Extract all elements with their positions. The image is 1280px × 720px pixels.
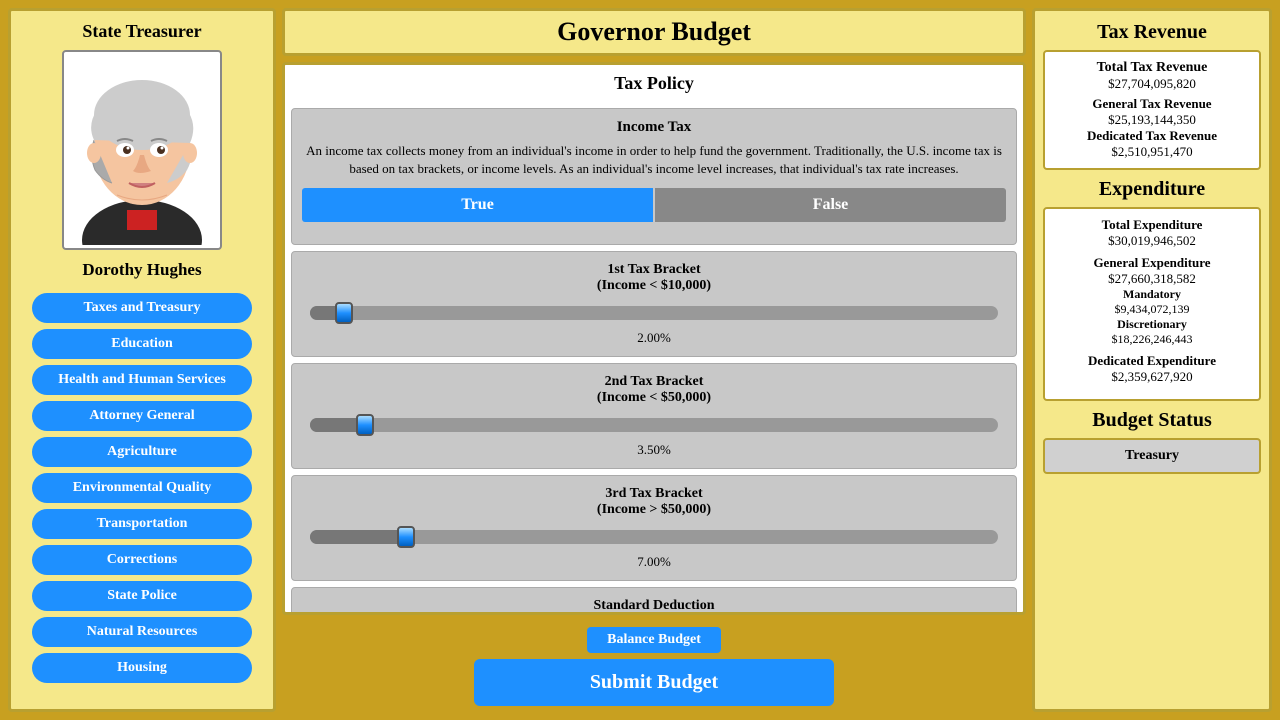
nav-attorney-general[interactable]: Attorney General bbox=[32, 401, 252, 431]
bracket-1-slider-thumb[interactable] bbox=[335, 302, 353, 324]
bracket-2-card: 2nd Tax Bracket (Income < $50,000) 3.50% bbox=[291, 363, 1017, 469]
general-tax-revenue-label: General Tax Revenue bbox=[1053, 96, 1251, 112]
dedicated-tax-revenue-value: $2,510,951,470 bbox=[1053, 144, 1251, 160]
expenditure-title: Expenditure bbox=[1043, 178, 1261, 201]
discretionary-label: Discretionary bbox=[1053, 317, 1251, 332]
deduction-title: Standard Deduction bbox=[302, 598, 1006, 612]
general-expenditure-value: $27,660,318,582 bbox=[1053, 271, 1251, 287]
balance-budget-button[interactable]: Balance Budget bbox=[587, 627, 721, 653]
main-content-area: Tax Policy Income Tax An income tax coll… bbox=[282, 62, 1026, 615]
bracket-3-card: 3rd Tax Bracket (Income > $50,000) 7.00% bbox=[291, 475, 1017, 581]
income-tax-card: Income Tax An income tax collects money … bbox=[291, 108, 1017, 245]
nav-agriculture[interactable]: Agriculture bbox=[32, 437, 252, 467]
nav-housing[interactable]: Housing bbox=[32, 653, 252, 683]
main-title: Governor Budget bbox=[282, 8, 1026, 56]
deduction-card: Standard Deduction $0 bbox=[291, 587, 1017, 612]
discretionary-value: $18,226,246,443 bbox=[1053, 332, 1251, 347]
nav-transportation[interactable]: Transportation bbox=[32, 509, 252, 539]
bracket-2-title: 2nd Tax Bracket (Income < $50,000) bbox=[302, 374, 1006, 406]
general-expenditure-section: General Expenditure $27,660,318,582 Mand… bbox=[1053, 255, 1251, 347]
income-tax-toggle: True False bbox=[302, 188, 1006, 222]
toggle-true-button[interactable]: True bbox=[302, 188, 653, 222]
nav-natural-resources[interactable]: Natural Resources bbox=[32, 617, 252, 647]
treasurer-name: Dorothy Hughes bbox=[82, 260, 201, 280]
general-tax-revenue-value: $25,193,144,350 bbox=[1053, 112, 1251, 128]
bracket-2-value: 3.50% bbox=[302, 442, 1006, 458]
total-expenditure-value: $30,019,946,502 bbox=[1053, 233, 1251, 249]
nav-state-police[interactable]: State Police bbox=[32, 581, 252, 611]
expenditure-card: Total Expenditure $30,019,946,502 Genera… bbox=[1043, 207, 1261, 401]
nav-taxes-treasury[interactable]: Taxes and Treasury bbox=[32, 293, 252, 323]
bracket-2-slider-container bbox=[302, 414, 1006, 436]
bracket-3-value: 7.00% bbox=[302, 554, 1006, 570]
left-panel: State Treasurer bbox=[8, 8, 276, 712]
general-expenditure-label: General Expenditure bbox=[1053, 255, 1251, 271]
bracket-1-value: 2.00% bbox=[302, 330, 1006, 346]
income-tax-title: Income Tax bbox=[302, 119, 1006, 136]
bracket-1-slider-track[interactable] bbox=[310, 306, 998, 320]
budget-status-title: Budget Status bbox=[1043, 409, 1261, 432]
total-expenditure-label: Total Expenditure bbox=[1053, 217, 1251, 233]
bracket-3-title: 3rd Tax Bracket (Income > $50,000) bbox=[302, 486, 1006, 518]
center-panel: Governor Budget Tax Policy Income Tax An… bbox=[282, 8, 1026, 712]
mandatory-value: $9,434,072,139 bbox=[1053, 302, 1251, 317]
dedicated-expenditure-section: Dedicated Expenditure $2,359,627,920 bbox=[1053, 353, 1251, 385]
toggle-false-button[interactable]: False bbox=[655, 188, 1006, 222]
tax-revenue-card: Total Tax Revenue $27,704,095,820 Genera… bbox=[1043, 50, 1261, 170]
budget-status-card: Treasury bbox=[1043, 438, 1261, 474]
treasury-label: Treasury bbox=[1053, 448, 1251, 464]
dedicated-expenditure-value: $2,359,627,920 bbox=[1053, 369, 1251, 385]
mandatory-label: Mandatory bbox=[1053, 287, 1251, 302]
nav-health-human-services[interactable]: Health and Human Services bbox=[32, 365, 252, 395]
bracket-2-slider-thumb[interactable] bbox=[356, 414, 374, 436]
dedicated-tax-revenue-label: Dedicated Tax Revenue bbox=[1053, 128, 1251, 144]
bottom-buttons: Balance Budget Submit Budget bbox=[282, 621, 1026, 712]
right-panel: Tax Revenue Total Tax Revenue $27,704,09… bbox=[1032, 8, 1272, 712]
avatar bbox=[62, 50, 222, 250]
bracket-3-slider-container bbox=[302, 526, 1006, 548]
nav-corrections[interactable]: Corrections bbox=[32, 545, 252, 575]
nav-environmental-quality[interactable]: Environmental Quality bbox=[32, 473, 252, 503]
bracket-1-slider-container bbox=[302, 302, 1006, 324]
total-tax-revenue-label: Total Tax Revenue bbox=[1053, 60, 1251, 76]
income-tax-description: An income tax collects money from an ind… bbox=[302, 142, 1006, 178]
bracket-2-slider-track[interactable] bbox=[310, 418, 998, 432]
bracket-1-card: 1st Tax Bracket (Income < $10,000) 2.00% bbox=[291, 251, 1017, 357]
total-tax-revenue-value: $27,704,095,820 bbox=[1053, 76, 1251, 92]
treasurer-title: State Treasurer bbox=[82, 21, 201, 42]
bracket-3-slider-thumb[interactable] bbox=[397, 526, 415, 548]
dedicated-expenditure-label: Dedicated Expenditure bbox=[1053, 353, 1251, 369]
section-title: Tax Policy bbox=[285, 65, 1023, 102]
bracket-3-slider-track[interactable] bbox=[310, 530, 998, 544]
bracket-1-title: 1st Tax Bracket (Income < $10,000) bbox=[302, 262, 1006, 294]
content-scroll[interactable]: Tax Policy Income Tax An income tax coll… bbox=[285, 65, 1023, 612]
bracket-3-slider-fill bbox=[310, 530, 406, 544]
submit-budget-button[interactable]: Submit Budget bbox=[474, 659, 834, 706]
tax-revenue-title: Tax Revenue bbox=[1043, 21, 1261, 44]
total-expenditure-section: Total Expenditure $30,019,946,502 bbox=[1053, 217, 1251, 249]
nav-education[interactable]: Education bbox=[32, 329, 252, 359]
